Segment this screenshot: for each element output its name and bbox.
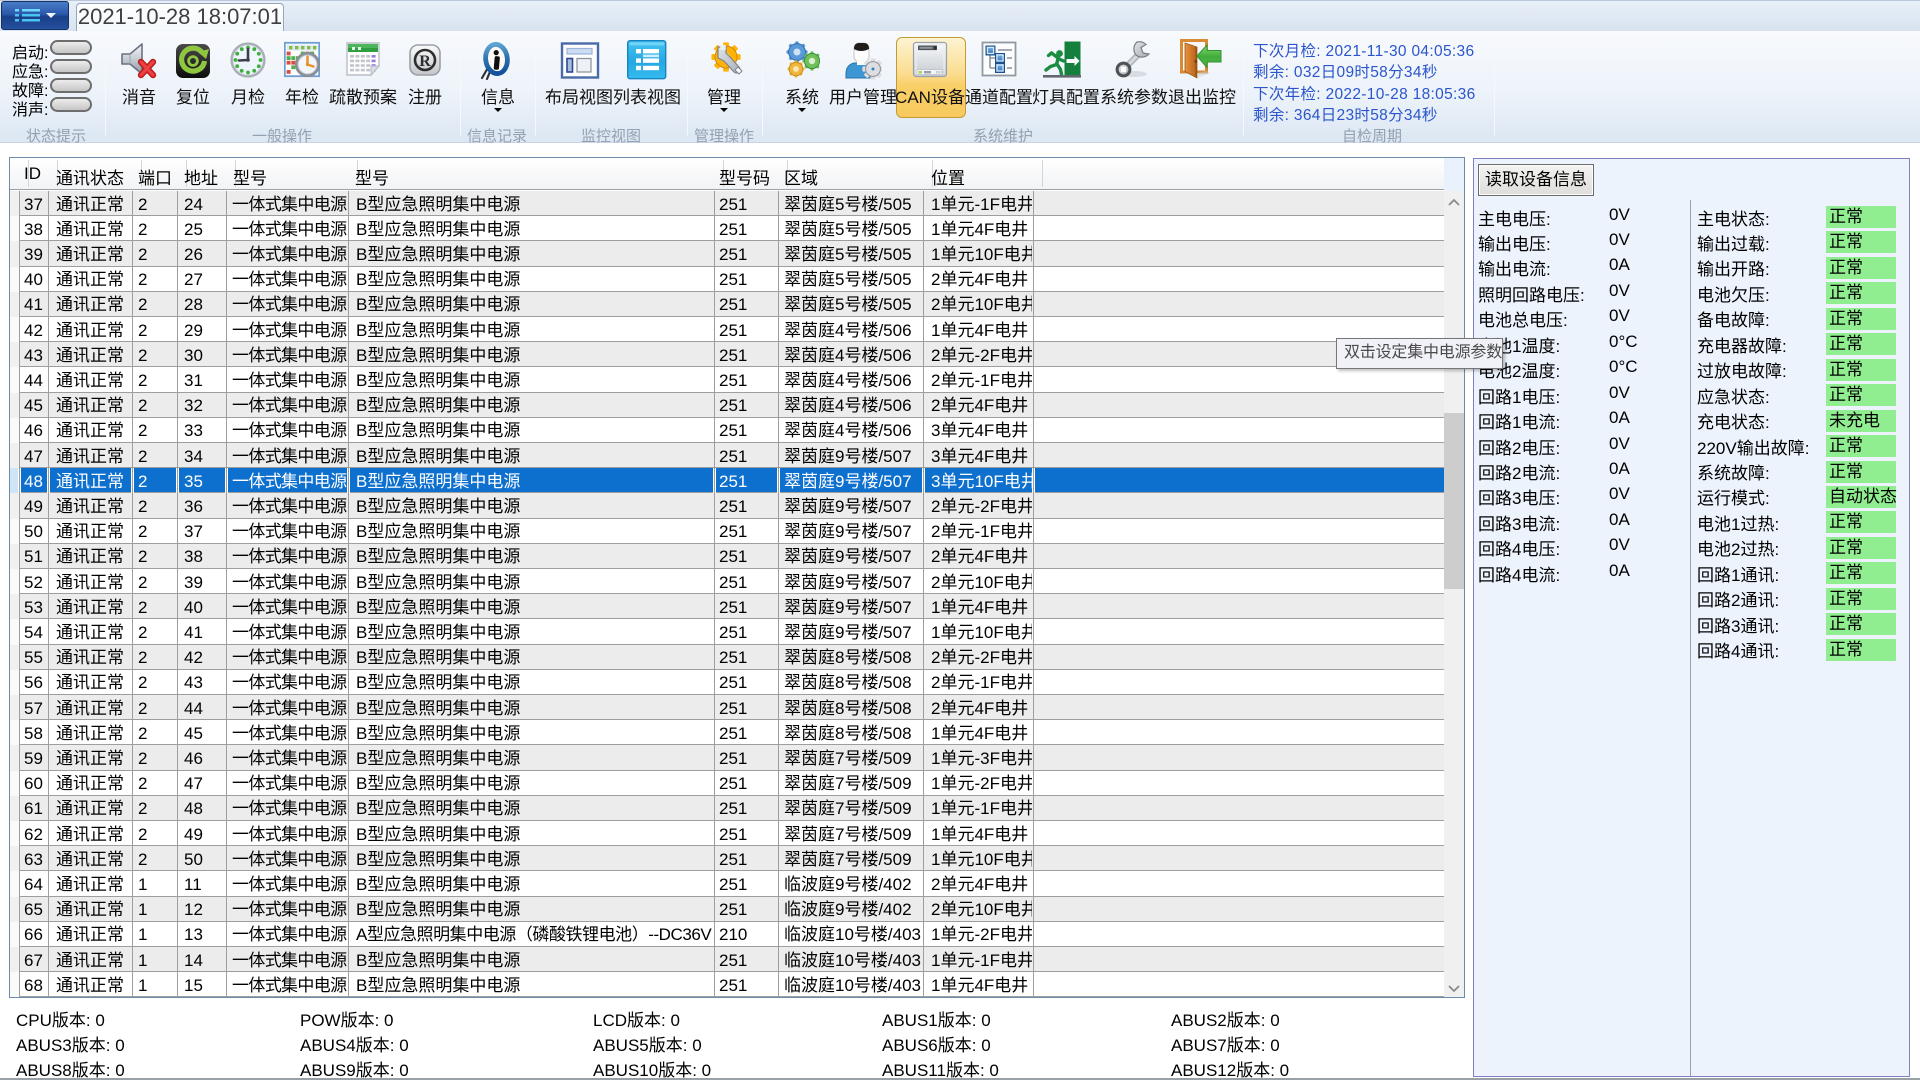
svg-text:R: R (419, 53, 431, 70)
